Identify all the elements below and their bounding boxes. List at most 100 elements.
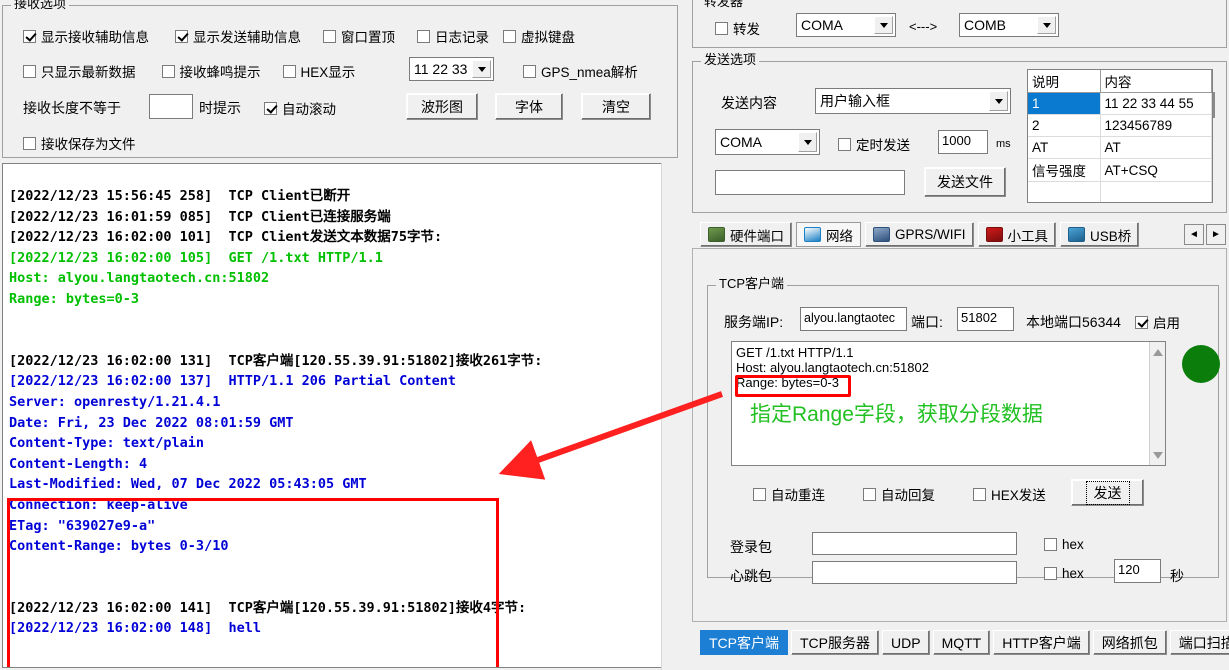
tcp-send-textarea[interactable]: GET /1.txt HTTP/1.1 Host: alyou.langtaote… bbox=[731, 341, 1166, 466]
checkbox-gps-nmea-parse[interactable]: GPS_nmea解析 bbox=[523, 61, 638, 81]
checkbox-tcp-enable[interactable]: 启用 bbox=[1135, 312, 1180, 332]
preset-row-desc: 2 bbox=[1028, 114, 1101, 137]
send-textarea-scrollbar[interactable] bbox=[1149, 342, 1165, 465]
send-content-combo[interactable]: 用户输入框 bbox=[815, 88, 1011, 114]
protocol-tab-UDP[interactable]: UDP bbox=[882, 630, 930, 655]
log-line: Date: Fri, 23 Dec 2022 08:01:59 GMT bbox=[9, 414, 294, 431]
module-tab-scroll-right[interactable]: ► bbox=[1206, 224, 1226, 245]
checkbox-label: 只显示最新数据 bbox=[41, 65, 136, 80]
checkbox-forward[interactable]: 转发 bbox=[715, 18, 760, 38]
chevron-down-icon[interactable] bbox=[989, 91, 1008, 111]
module-tab-USB桥[interactable]: USB桥 bbox=[1060, 222, 1140, 247]
send-interval-input[interactable]: 1000 bbox=[938, 130, 988, 154]
preset-row-empty[interactable] bbox=[1028, 181, 1212, 202]
scroll-up-icon[interactable] bbox=[1150, 344, 1165, 360]
receive-log-panel[interactable]: [2022/12/23 15:56:45 258] TCP Client已断开 [… bbox=[2, 163, 678, 668]
send-text-line: Range: bytes=0-3 bbox=[736, 375, 839, 390]
clear-button[interactable]: 清空 bbox=[581, 93, 651, 120]
log-line: Host: alyou.langtaotech.cn:51802 bbox=[9, 270, 270, 287]
preset-table: 说明 内容 1 11 22 33 44 55 2 123456789 AT AT 信号强度 A… bbox=[1028, 70, 1212, 202]
checkbox-recv-beep[interactable]: 接收蜂鸣提示 bbox=[161, 61, 261, 81]
forwarder-port-a-combo[interactable]: COMA bbox=[796, 13, 896, 37]
clear-button-label: 清空 bbox=[602, 98, 630, 115]
checkbox-timed-send[interactable]: 定时发送 bbox=[838, 134, 910, 154]
checkbox-heartbeat-hex[interactable]: hex bbox=[1044, 566, 1084, 581]
checkbox-show-send-aux[interactable]: 显示发送辅助信息 bbox=[175, 26, 301, 46]
port-input[interactable]: 51802 bbox=[957, 307, 1014, 331]
module-tab-小工具[interactable]: 小工具 bbox=[977, 222, 1056, 247]
preset-row[interactable]: AT AT bbox=[1028, 136, 1212, 159]
log-line: Content-Type: text/plain bbox=[9, 435, 205, 452]
connection-status-indicator bbox=[1182, 345, 1220, 383]
module-tab-网络[interactable]: 网络 bbox=[796, 222, 861, 247]
preset-row-desc: AT bbox=[1028, 136, 1101, 159]
checkbox-label: 接收保存为文件 bbox=[41, 137, 136, 152]
checkbox-box-icon bbox=[323, 29, 336, 43]
protocol-tab-TCP服务器[interactable]: TCP服务器 bbox=[791, 630, 879, 655]
login-packet-input[interactable] bbox=[812, 532, 1017, 555]
log-line: [2022/12/23 16:01:59 085] TCP Client已连接服… bbox=[9, 208, 391, 225]
preset-row[interactable]: 1 11 22 33 44 55 bbox=[1028, 92, 1212, 115]
send-file-button-label: 发送文件 bbox=[937, 174, 993, 190]
server-ip-label: 服务端IP: bbox=[724, 314, 784, 330]
forwarder-port-b-combo[interactable]: COMB bbox=[959, 13, 1059, 37]
scroll-down-icon[interactable] bbox=[1150, 447, 1165, 463]
tcp-send-button[interactable]: 发送 bbox=[1071, 479, 1144, 506]
checkbox-only-latest-data[interactable]: 只显示最新数据 bbox=[23, 61, 136, 81]
checkbox-auto-reply[interactable]: 自动回复 bbox=[863, 484, 935, 504]
checkbox-label: HEX发送 bbox=[991, 488, 1046, 503]
chevron-down-icon[interactable] bbox=[1037, 16, 1056, 34]
checkbox-label: 显示接收辅助信息 bbox=[41, 30, 149, 45]
chevron-down-icon[interactable] bbox=[798, 132, 817, 152]
server-ip-input[interactable]: alyou.langtaotec bbox=[800, 307, 907, 331]
checkbox-auto-scroll[interactable]: 自动滚动 bbox=[264, 98, 336, 118]
checkbox-label: 日志记录 bbox=[435, 30, 489, 45]
receive-options-title: 接收选项 bbox=[11, 0, 70, 11]
preset-row[interactable]: 2 123456789 bbox=[1028, 114, 1212, 137]
send-file-button[interactable]: 发送文件 bbox=[924, 167, 1006, 197]
checkbox-login-hex[interactable]: hex bbox=[1044, 537, 1084, 552]
send-content-label: 发送内容 bbox=[721, 95, 777, 111]
checkbox-box-icon bbox=[1044, 538, 1057, 551]
checkbox-log-record[interactable]: 日志记录 bbox=[417, 26, 489, 46]
protocol-tab-端口扫描[interactable]: 端口扫描 bbox=[1169, 630, 1229, 655]
module-tab-GPRS/WIFI[interactable]: GPRS/WIFI bbox=[865, 222, 974, 247]
checkbox-label: 自动回复 bbox=[881, 488, 935, 503]
chevron-down-icon[interactable] bbox=[874, 16, 893, 34]
heartbeat-interval-input[interactable]: 120 bbox=[1114, 559, 1161, 583]
send-file-path-input[interactable] bbox=[715, 170, 905, 195]
checkbox-hex-display[interactable]: HEX显示 bbox=[282, 61, 355, 81]
font-button[interactable]: 字体 bbox=[495, 93, 563, 120]
checkbox-auto-reconnect[interactable]: 自动重连 bbox=[753, 484, 825, 504]
log-scrollbar[interactable] bbox=[661, 163, 678, 670]
checkbox-show-recv-aux[interactable]: 显示接收辅助信息 bbox=[23, 26, 149, 46]
checkbox-save-to-file[interactable]: 接收保存为文件 bbox=[23, 133, 136, 153]
preset-row-content: 11 22 33 44 55 bbox=[1100, 92, 1212, 115]
checkbox-window-on-top[interactable]: 窗口置顶 bbox=[323, 26, 395, 46]
module-tab-硬件端口[interactable]: 硬件端口 bbox=[700, 222, 792, 247]
protocol-tab-TCP客户端[interactable]: TCP客户端 bbox=[700, 630, 788, 655]
protocol-tab-MQTT[interactable]: MQTT bbox=[932, 630, 991, 655]
hex-format-combo[interactable]: 11 22 33 bbox=[409, 57, 494, 81]
module-tab-scroll-left[interactable]: ◄ bbox=[1184, 224, 1204, 245]
heartbeat-input[interactable] bbox=[812, 561, 1017, 584]
checkbox-box-icon bbox=[503, 29, 516, 43]
chevron-down-icon[interactable] bbox=[472, 60, 491, 78]
checkbox-virtual-keyboard[interactable]: 虚拟键盘 bbox=[503, 26, 575, 46]
log-line: [2022/12/23 16:02:00 105] GET /1.txt HTT… bbox=[9, 249, 383, 266]
preset-message-list[interactable]: 说明 内容 1 11 22 33 44 55 2 123456789 AT AT 信号强度 A… bbox=[1027, 69, 1213, 203]
protocol-tab-网络抓包[interactable]: 网络抓包 bbox=[1092, 630, 1167, 655]
protocol-tab-HTTP客户端[interactable]: HTTP客户端 bbox=[993, 630, 1090, 655]
checkbox-hex-send[interactable]: HEX发送 bbox=[973, 484, 1046, 504]
preset-row[interactable]: 信号强度 AT+CSQ bbox=[1028, 158, 1212, 182]
send-port-combo[interactable]: COMA bbox=[715, 129, 820, 155]
log-line: Server: openresty/1.21.4.1 bbox=[9, 393, 221, 410]
recv-length-input[interactable] bbox=[149, 94, 193, 119]
preset-list-scrollbar[interactable] bbox=[1213, 92, 1215, 118]
checkbox-label: 自动重连 bbox=[771, 488, 825, 503]
forwarder-port-b-value: COMB bbox=[964, 17, 1006, 33]
waveform-button[interactable]: 波形图 bbox=[406, 93, 478, 120]
checkbox-box-icon bbox=[282, 64, 296, 78]
tcp-client-title: TCP客户端 bbox=[716, 277, 788, 291]
